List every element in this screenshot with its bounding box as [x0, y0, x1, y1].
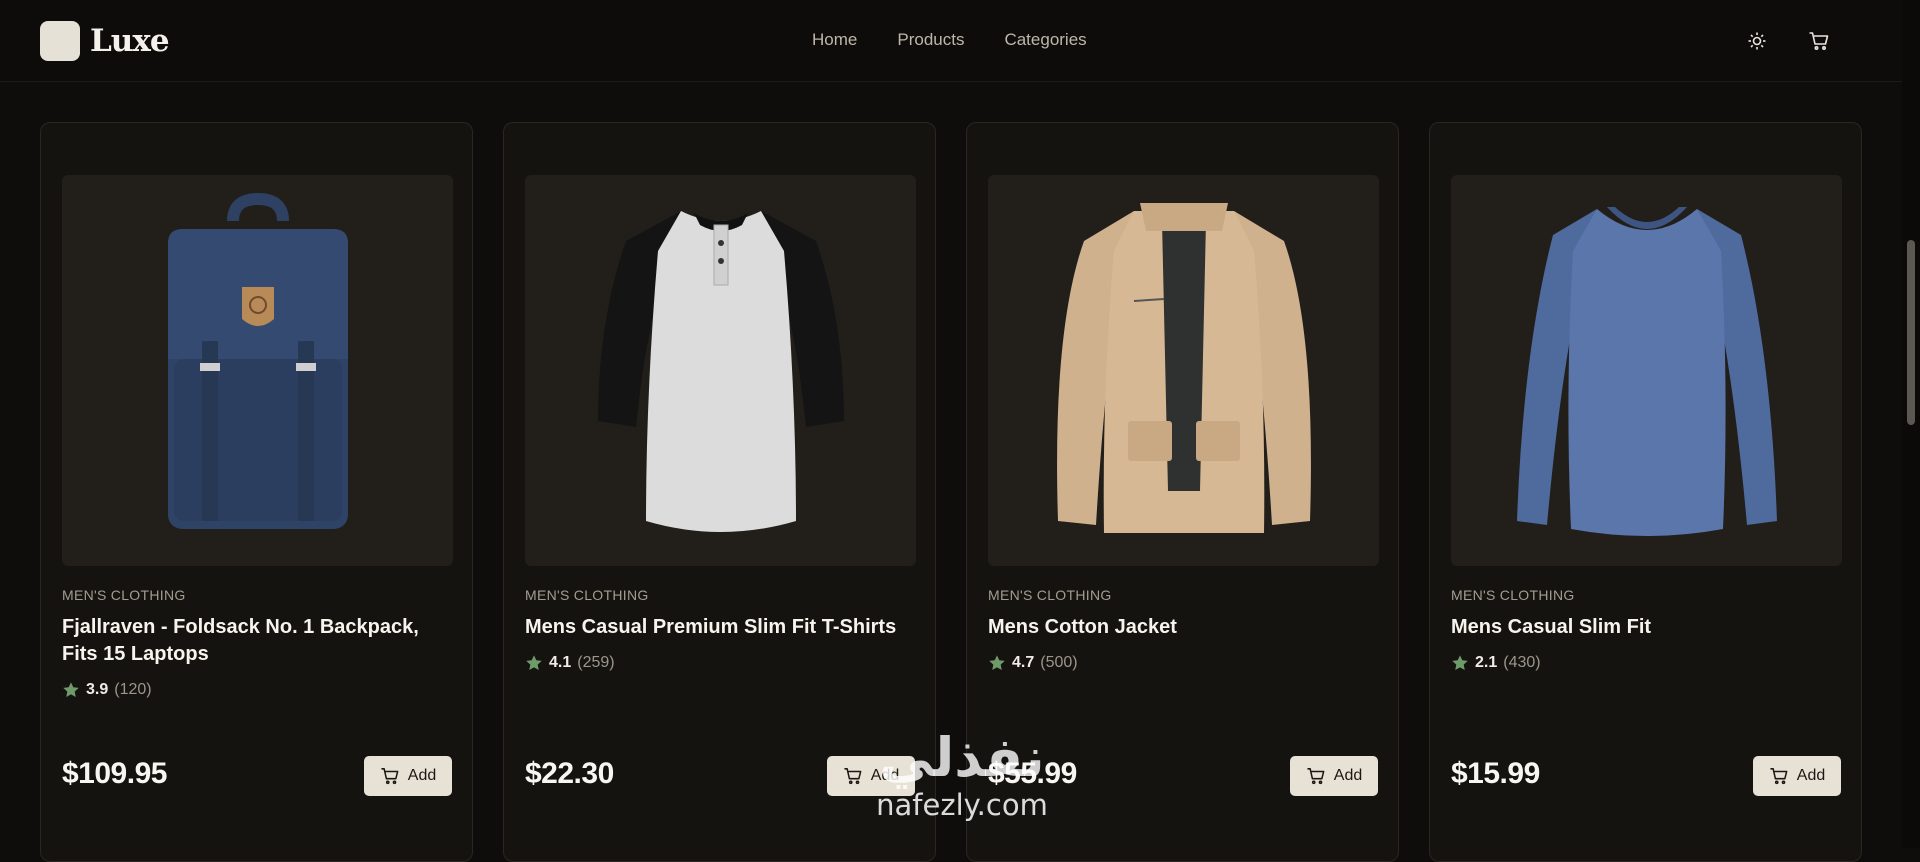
rating-score: 2.1 — [1475, 654, 1498, 671]
product-category: MEN'S CLOTHING — [62, 587, 186, 603]
product-price: $15.99 — [1451, 757, 1540, 790]
cart-icon[interactable] — [1806, 28, 1832, 54]
rating-count: (259) — [577, 654, 615, 671]
product-card[interactable]: MEN'S CLOTHING Mens Casual Premium Slim … — [503, 122, 936, 862]
scrollbar-thumb[interactable] — [1907, 240, 1915, 425]
star-icon — [989, 655, 1005, 671]
product-rating: 4.7 (500) — [988, 654, 1078, 672]
product-category: MEN'S CLOTHING — [1451, 587, 1575, 603]
cotton-jacket-image[interactable] — [988, 175, 1379, 566]
longsleeve-shirt-image[interactable] — [1451, 175, 1842, 566]
star-icon — [526, 655, 542, 671]
sun-icon[interactable] — [1744, 28, 1770, 54]
product-grid: MEN'S CLOTHING Fjallraven - Foldsack No.… — [40, 122, 1862, 862]
add-to-cart-button[interactable]: Add — [364, 756, 452, 796]
logo-mark — [40, 21, 80, 61]
star-icon — [1452, 655, 1468, 671]
add-label: Add — [1796, 767, 1826, 784]
rating-score: 3.9 — [86, 681, 109, 698]
rating-count: (500) — [1040, 654, 1078, 671]
rating-score: 4.7 — [1012, 654, 1035, 671]
brand-name: Luxe — [90, 23, 170, 59]
rating-count: (430) — [1503, 654, 1541, 671]
add-to-cart-button[interactable]: Add — [827, 756, 915, 796]
add-label: Add — [870, 767, 900, 784]
product-rating: 2.1 (430) — [1451, 654, 1541, 672]
page-scrollbar[interactable] — [1902, 0, 1920, 848]
add-label: Add — [407, 767, 437, 784]
product-price: $22.30 — [525, 757, 614, 790]
product-title[interactable]: Mens Casual Premium Slim Fit T-Shirts — [525, 614, 915, 641]
product-title[interactable]: Mens Cotton Jacket — [988, 614, 1378, 641]
rating-count: (120) — [114, 681, 152, 698]
product-card[interactable]: MEN'S CLOTHING Fjallraven - Foldsack No.… — [40, 122, 473, 862]
add-label: Add — [1333, 767, 1363, 784]
product-title[interactable]: Fjallraven - Foldsack No. 1 Backpack, Fi… — [62, 614, 452, 668]
product-card[interactable]: MEN'S CLOTHING Mens Casual Slim Fit 2.1 … — [1429, 122, 1862, 862]
product-rating: 3.9 (120) — [62, 681, 152, 699]
product-price: $55.99 — [988, 757, 1077, 790]
main-nav: Home Products Categories — [812, 30, 1087, 50]
cart-icon — [1307, 768, 1325, 785]
backpack-image[interactable] — [62, 175, 453, 566]
product-rating: 4.1 (259) — [525, 654, 615, 672]
product-title[interactable]: Mens Casual Slim Fit — [1451, 614, 1841, 641]
cart-icon — [844, 768, 862, 785]
cart-icon — [1770, 768, 1788, 785]
raglan-tshirt-image[interactable] — [525, 175, 916, 566]
product-category: MEN'S CLOTHING — [988, 587, 1112, 603]
star-icon — [63, 682, 79, 698]
nav-products[interactable]: Products — [897, 30, 964, 50]
rating-score: 4.1 — [549, 654, 572, 671]
top-navigation-bar: Luxe Home Products Categories — [0, 0, 1902, 82]
product-category: MEN'S CLOTHING — [525, 587, 649, 603]
header-actions — [1744, 28, 1832, 54]
add-to-cart-button[interactable]: Add — [1290, 756, 1378, 796]
brand-logo[interactable]: Luxe — [40, 21, 170, 61]
product-price: $109.95 — [62, 757, 167, 790]
nav-categories[interactable]: Categories — [1004, 30, 1086, 50]
add-to-cart-button[interactable]: Add — [1753, 756, 1841, 796]
cart-icon — [381, 768, 399, 785]
product-card[interactable]: MEN'S CLOTHING Mens Cotton Jacket 4.7 (5… — [966, 122, 1399, 862]
nav-home[interactable]: Home — [812, 30, 857, 50]
